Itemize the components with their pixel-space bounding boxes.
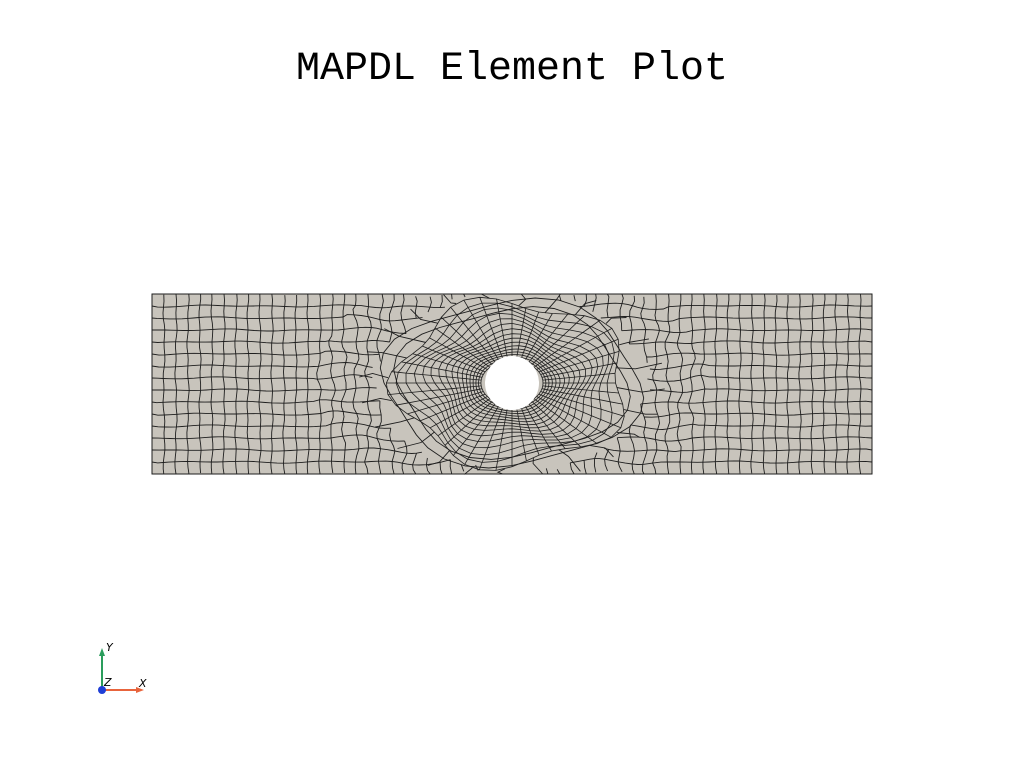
- render-viewport[interactable]: Y Z X: [0, 0, 1024, 768]
- x-axis-label: X: [138, 677, 147, 690]
- axes-triad: Y Z X: [98, 641, 147, 694]
- plate-hole: [485, 356, 539, 410]
- y-axis-arrowhead: [99, 648, 105, 656]
- y-axis-label: Y: [106, 641, 114, 654]
- z-axis-label: Z: [103, 676, 112, 689]
- mesh-plate: [151, 293, 873, 475]
